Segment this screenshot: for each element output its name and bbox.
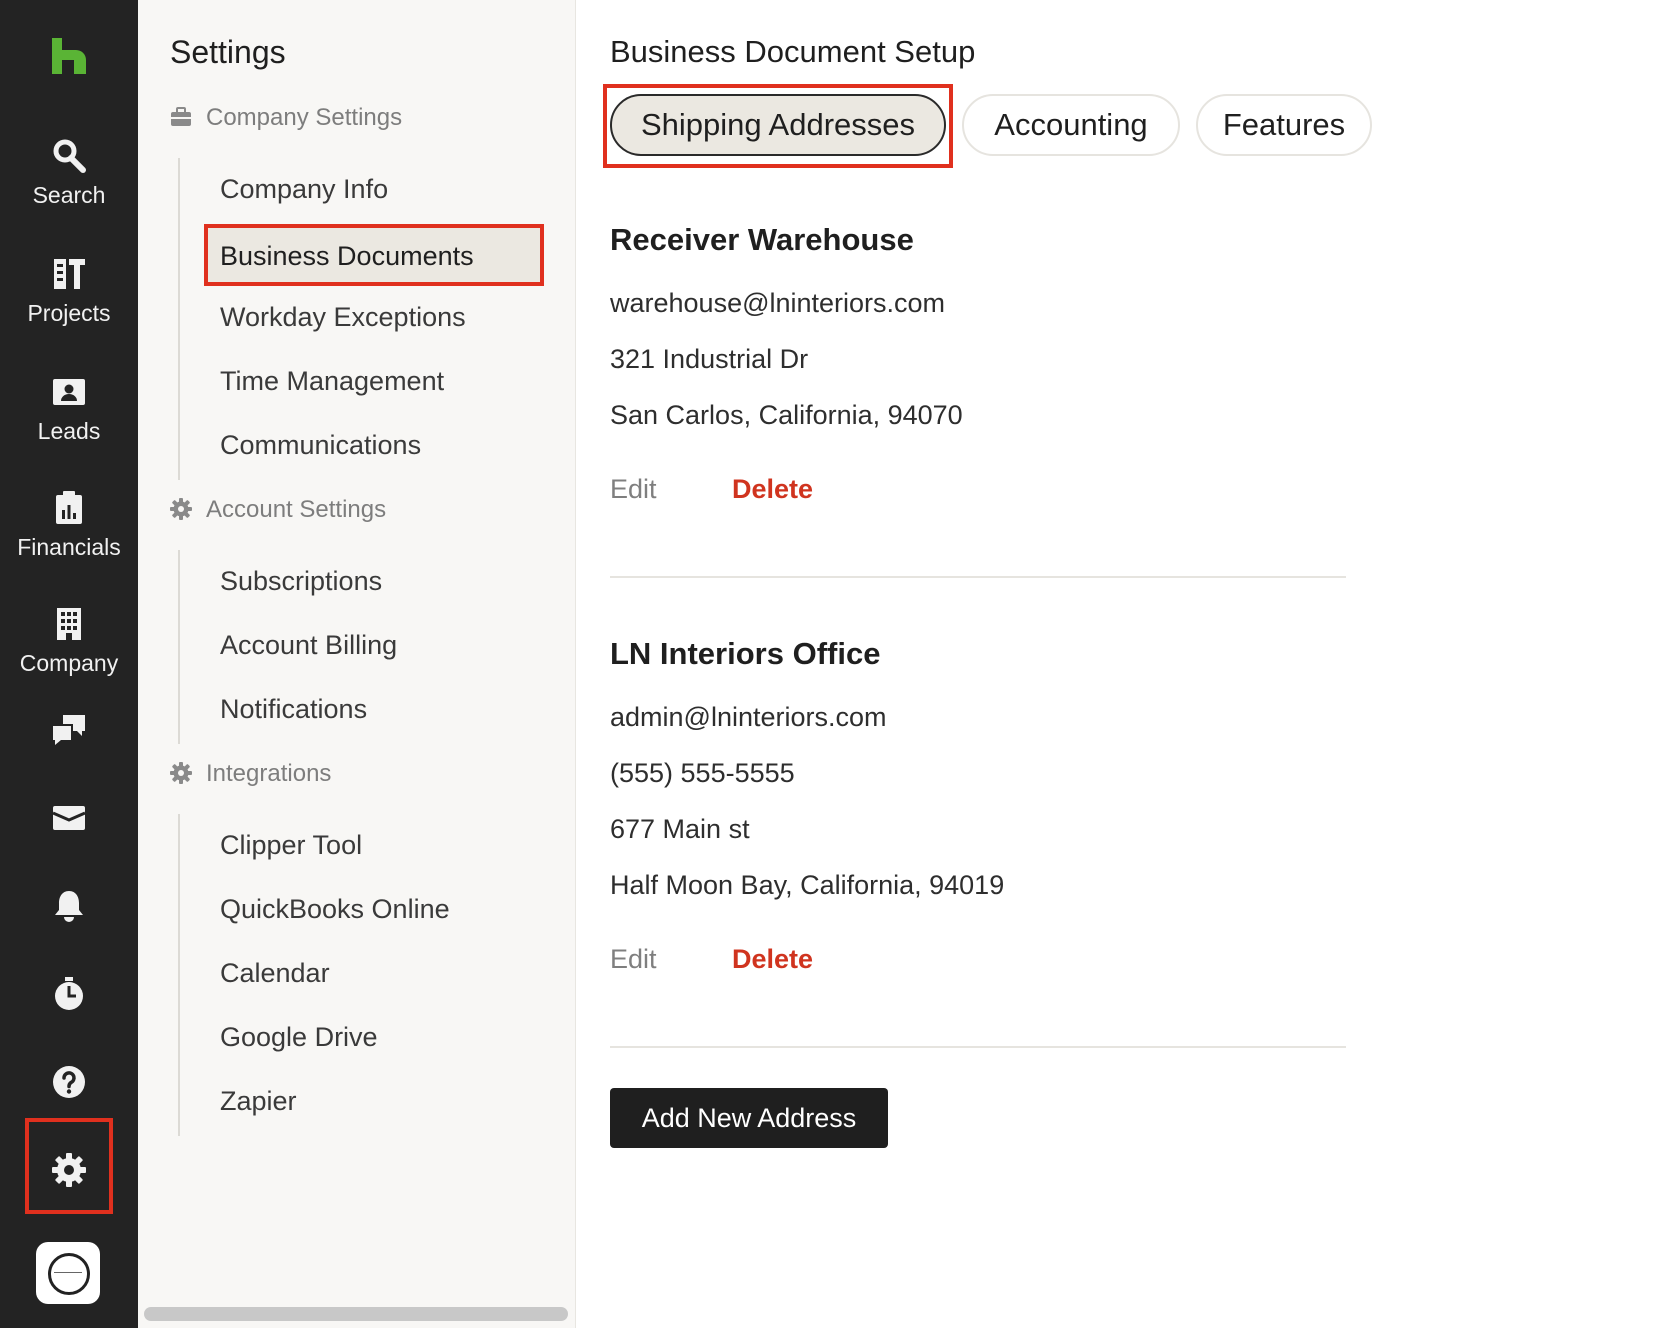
address-name: LN Interiors Office	[610, 636, 881, 671]
sidebar-item-label: Business Documents	[220, 241, 474, 271]
sidebar-item-notifications[interactable]: Notifications	[220, 694, 367, 725]
edit-address-button[interactable]: Edit	[610, 474, 657, 505]
settings-sidebar: Settings Company Settings Company Info B…	[138, 0, 576, 1328]
sidebar-item-google-drive[interactable]: Google Drive	[220, 1022, 378, 1053]
rail-item-label: Search	[32, 182, 106, 208]
sidebar-item-clipper-tool[interactable]: Clipper Tool	[220, 830, 362, 861]
sidebar-horizontal-scrollbar[interactable]	[144, 1307, 568, 1321]
add-new-address-button[interactable]: Add New Address	[610, 1088, 888, 1148]
timer-icon[interactable]	[51, 976, 87, 1012]
address-street: 321 Industrial Dr	[610, 344, 809, 374]
sidebar-item-zapier[interactable]: Zapier	[220, 1086, 297, 1117]
app-logo-icon[interactable]	[50, 36, 88, 76]
avatar[interactable]	[36, 1242, 100, 1304]
address-phone: (555) 555-5555	[610, 758, 795, 788]
bell-icon[interactable]	[51, 888, 87, 924]
rail-item-financials[interactable]: Financials	[0, 490, 138, 561]
sidebar-item-workday-exceptions[interactable]: Workday Exceptions	[220, 302, 466, 333]
rail-item-label: Company	[19, 650, 119, 676]
inbox-icon[interactable]	[51, 800, 87, 836]
delete-address-button[interactable]: Delete	[732, 474, 813, 505]
divider	[610, 1046, 1346, 1048]
main-content: Business Document Setup Shipping Address…	[576, 0, 1668, 1328]
sidebar-item-company-info[interactable]: Company Info	[220, 174, 388, 205]
group-tree-line	[178, 814, 180, 1136]
rail-item-search[interactable]: Search	[0, 138, 138, 209]
sidebar-item-time-management[interactable]: Time Management	[220, 366, 444, 397]
group-label: Company Settings	[206, 104, 403, 131]
address-email: warehouse@lninteriors.com	[610, 288, 946, 318]
tab-features[interactable]: Features	[1196, 94, 1372, 156]
financials-icon	[56, 491, 82, 524]
sidebar-item-calendar[interactable]: Calendar	[220, 958, 330, 989]
address-name: Receiver Warehouse	[610, 222, 914, 257]
divider	[610, 576, 1346, 578]
group-integrations: Integrations	[170, 760, 331, 788]
sidebar-item-communications[interactable]: Communications	[220, 430, 421, 461]
rail-item-projects[interactable]: Projects	[0, 256, 138, 327]
edit-address-button[interactable]: Edit	[610, 944, 657, 975]
settings-highlight	[25, 1118, 113, 1214]
address-city: San Carlos, California, 94070	[610, 400, 963, 430]
avatar-logo-icon	[48, 1253, 90, 1295]
gear-icon	[170, 762, 192, 784]
group-tree-line	[178, 550, 180, 744]
rail-item-label: Leads	[37, 418, 101, 444]
sidebar-item-business-documents[interactable]: Business Documents	[204, 224, 544, 286]
group-company-settings: Company Settings	[170, 104, 402, 132]
rail-item-label: Financials	[17, 534, 121, 560]
search-icon	[53, 139, 86, 173]
rail-item-label: Projects	[27, 300, 111, 326]
sidebar-item-quickbooks-online[interactable]: QuickBooks Online	[220, 894, 450, 925]
help-icon[interactable]	[51, 1064, 87, 1100]
address-city: Half Moon Bay, California, 94019	[610, 870, 1005, 900]
sidebar-item-subscriptions[interactable]: Subscriptions	[220, 566, 382, 597]
group-tree-line	[178, 158, 180, 480]
address-street: 677 Main st	[610, 814, 750, 844]
company-icon	[57, 608, 81, 640]
address-email: admin@lninteriors.com	[610, 702, 887, 732]
page-title: Business Document Setup	[610, 34, 976, 69]
chat-icon[interactable]	[51, 712, 87, 748]
leads-icon	[53, 379, 85, 405]
sidebar-item-account-billing[interactable]: Account Billing	[220, 630, 397, 661]
tab-highlight	[603, 84, 953, 168]
app-nav-rail: Search Projects Leads Financials Company	[0, 0, 138, 1328]
group-account-settings: Account Settings	[170, 496, 386, 524]
sidebar-title: Settings	[170, 34, 286, 70]
tab-accounting[interactable]: Accounting	[962, 94, 1180, 156]
rail-item-company[interactable]: Company	[0, 606, 138, 677]
delete-address-button[interactable]: Delete	[732, 944, 813, 975]
avatar-logo-line	[54, 1272, 82, 1273]
gear-icon	[170, 498, 192, 520]
group-label: Integrations	[206, 760, 332, 787]
projects-icon	[54, 259, 85, 289]
group-label: Account Settings	[206, 496, 387, 523]
briefcase-icon	[171, 107, 191, 126]
rail-item-leads[interactable]: Leads	[0, 374, 138, 445]
